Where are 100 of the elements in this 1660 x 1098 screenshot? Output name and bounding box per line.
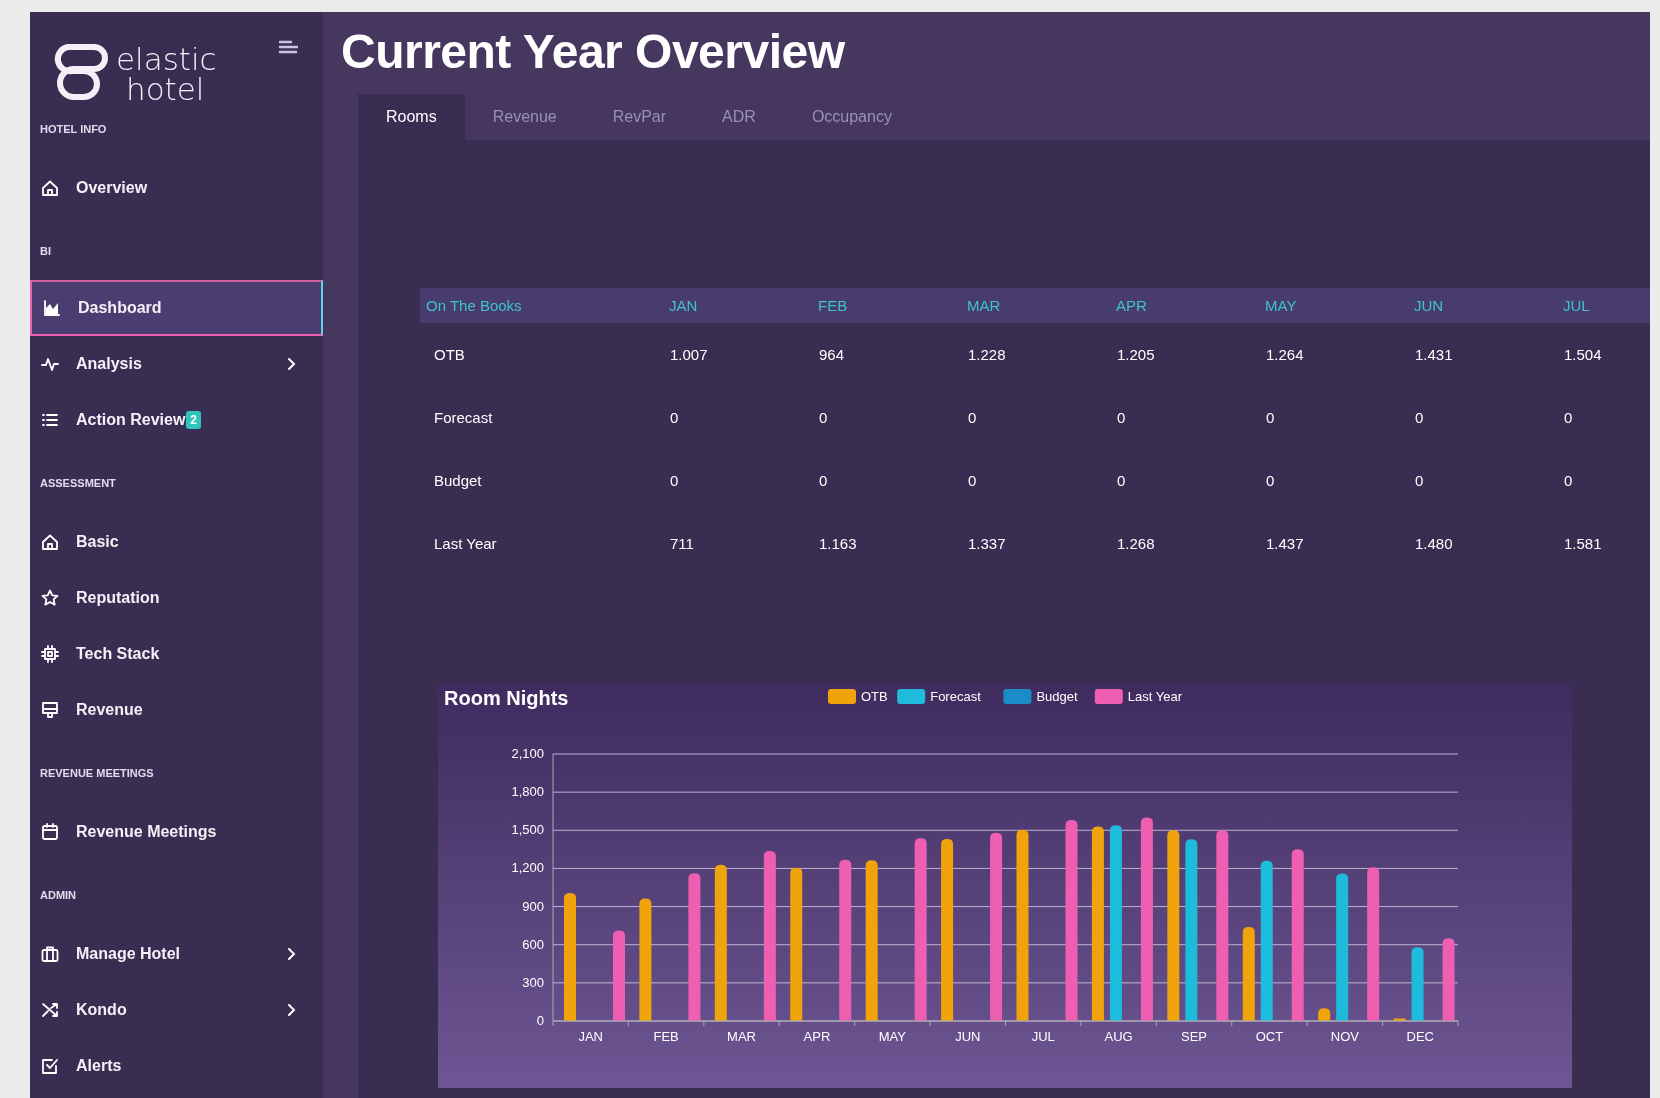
- column-header: JUL: [1562, 297, 1590, 314]
- axis-tick-label: 1,200: [511, 860, 544, 876]
- axis-tick-label: MAR: [727, 1029, 756, 1044]
- legend-item[interactable]: OTB: [828, 689, 888, 704]
- legend-label: Budget: [1036, 689, 1078, 704]
- table-cell-text: 1.431: [1414, 346, 1453, 363]
- section-heading: BI: [39, 244, 52, 258]
- column-header: On The Books: [425, 297, 522, 314]
- table-cell-text: 1.264: [1265, 346, 1304, 363]
- axis-tick-label: JAN: [578, 1029, 603, 1044]
- chart-title: Room Nights: [444, 687, 569, 710]
- axis-tick-label: AUG: [1104, 1029, 1133, 1044]
- table-cell-text: 1.205: [1116, 346, 1155, 363]
- axis-tick-label: 600: [522, 936, 544, 952]
- legend-label: Last Year: [1127, 689, 1183, 704]
- shuffle-icon: [40, 1000, 60, 1020]
- column-header: MAR: [966, 297, 1001, 314]
- page-title: Current Year Overview: [340, 24, 845, 80]
- table-cell-text: 1.337: [967, 535, 1006, 552]
- legend-item[interactable]: Forecast: [897, 689, 981, 704]
- nav-item[interactable]: Basic: [30, 514, 323, 570]
- axis-tick-label: DEC: [1406, 1029, 1434, 1044]
- tab[interactable]: Rooms: [358, 94, 465, 140]
- nav-item[interactable]: Dashboard: [30, 280, 323, 336]
- table-cell-text: 0: [669, 472, 679, 489]
- column-header: JAN: [668, 297, 698, 314]
- table-cell-text: 1.437: [1265, 535, 1304, 552]
- table-cell-text: 1.581: [1563, 535, 1602, 552]
- tab[interactable]: Revenue: [464, 94, 585, 140]
- table-cell-text: 0: [818, 472, 828, 489]
- tab[interactable]: Occupancy: [783, 94, 920, 140]
- table-cell-text: 0: [1116, 472, 1126, 489]
- column-header: FEB: [817, 297, 848, 314]
- column-header: APR: [1115, 297, 1147, 314]
- home-icon: [40, 532, 60, 552]
- table-cell-text: 0: [818, 409, 828, 426]
- section-heading: REVENUE MEETINGS: [39, 766, 155, 780]
- table-cell-text: 1.163: [818, 535, 857, 552]
- section-heading: HOTEL INFO: [39, 122, 108, 136]
- logo-text: hotel: [126, 74, 205, 104]
- nav-item[interactable]: Revenue: [30, 682, 323, 738]
- column-header: MAY: [1264, 297, 1297, 314]
- legend-label: OTB: [861, 689, 888, 704]
- table-cell-text: 0: [967, 409, 977, 426]
- axis-tick-label: 2,100: [511, 746, 544, 761]
- logo-text: elastic: [116, 44, 217, 74]
- nav-item[interactable]: Revenue Meetings: [30, 804, 323, 860]
- table-cell-text: 711: [669, 535, 694, 552]
- nav-item[interactable]: Reputation: [30, 570, 323, 626]
- axis-tick-label: APR: [803, 1029, 831, 1044]
- legend-label: Forecast: [930, 689, 982, 704]
- table-cell-text: 1.504: [1563, 346, 1602, 363]
- table-cell-text: 0: [1414, 472, 1424, 489]
- star-icon: [40, 588, 60, 608]
- axis-tick-label: OCT: [1255, 1029, 1284, 1044]
- axis-tick-label: 900: [522, 898, 544, 914]
- chart-icon: [42, 298, 62, 318]
- tab[interactable]: ADR: [694, 94, 784, 140]
- nav-item[interactable]: Alerts: [30, 1038, 323, 1094]
- legend-item[interactable]: Last Year: [1094, 689, 1182, 704]
- table-cell-text: 1.007: [669, 346, 708, 363]
- table-cell-text: 0: [1265, 472, 1275, 489]
- bar: [1393, 1018, 1406, 1021]
- legend-item[interactable]: Budget: [1003, 689, 1078, 704]
- section-heading: ADMIN: [39, 888, 78, 902]
- row-label: OTB: [433, 346, 465, 363]
- axis-tick-label: JUN: [955, 1029, 981, 1044]
- nav-item[interactable]: Kondo: [30, 982, 323, 1038]
- column-header: JUN: [1413, 297, 1444, 314]
- home-icon: [40, 178, 60, 198]
- tab[interactable]: RevPar: [584, 94, 695, 140]
- table-cell-text: 0: [1265, 409, 1275, 426]
- axis-tick-label: JUL: [1031, 1029, 1055, 1044]
- nav-item[interactable]: Tech Stack: [30, 626, 323, 682]
- briefcase-icon: [40, 944, 60, 964]
- axis-tick-label: FEB: [653, 1029, 679, 1044]
- table-cell-text: 0: [967, 472, 977, 489]
- table-cell-text: 0: [1563, 472, 1573, 489]
- axis-tick-label: MAY: [878, 1029, 906, 1044]
- nav-item[interactable]: Manage Hotel: [30, 926, 323, 982]
- axis-tick-label: 300: [522, 974, 544, 990]
- table-cell-text: 1.228: [967, 346, 1006, 363]
- monitor-icon: [40, 700, 60, 720]
- calendar-icon: [40, 822, 60, 842]
- axis-tick-label: NOV: [1330, 1029, 1359, 1044]
- axis-tick-label: 1,800: [511, 784, 544, 800]
- row-label: Forecast: [433, 409, 493, 426]
- table-cell-text: 0: [1563, 409, 1573, 426]
- nav-item[interactable]: Analysis: [30, 336, 323, 392]
- table-cell-text: 0: [1116, 409, 1126, 426]
- count-badge: 2: [186, 411, 202, 429]
- axis-tick-label: 1,500: [511, 822, 544, 838]
- nav-item[interactable]: Action Review 2: [30, 392, 323, 448]
- row-label: Budget: [433, 472, 482, 489]
- nav-item[interactable]: Overview: [30, 160, 323, 216]
- checkbox-icon: [40, 1056, 60, 1076]
- axis-tick-label: SEP: [1181, 1029, 1208, 1044]
- menu-icon[interactable]: [278, 40, 298, 54]
- axis-tick-label: 0: [536, 1013, 544, 1028]
- table-cell-text: 964: [818, 346, 845, 363]
